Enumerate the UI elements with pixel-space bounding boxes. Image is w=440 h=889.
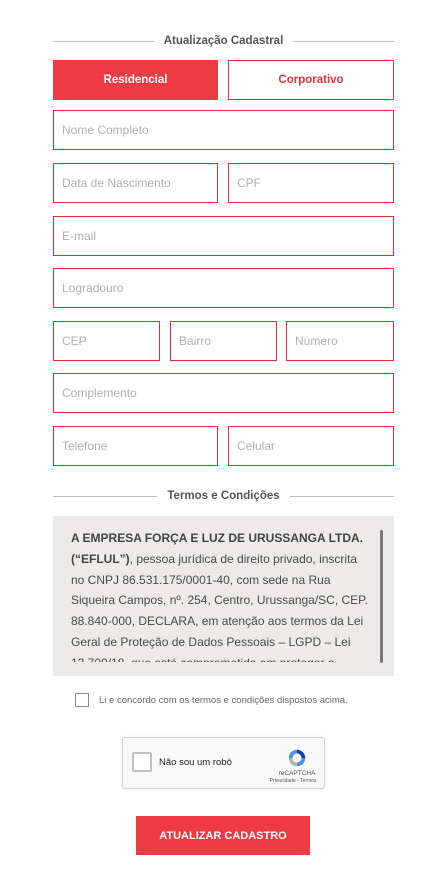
complemento-input[interactable] (54, 374, 393, 412)
recaptcha-brand: reCAPTCHA (278, 770, 316, 777)
cpf-field (228, 163, 394, 203)
email-input[interactable] (54, 217, 393, 255)
cpf-input[interactable] (229, 164, 393, 202)
numero-input[interactable] (287, 322, 393, 360)
nascimento-input[interactable] (54, 164, 217, 202)
logradouro-input[interactable] (54, 269, 393, 307)
telefone-field (53, 426, 218, 466)
form-title: Atualização Cadastral (163, 35, 284, 47)
logradouro-field (53, 268, 394, 308)
celular-input[interactable] (229, 427, 393, 465)
telefone-input[interactable] (54, 427, 217, 465)
recaptcha-label: Não sou um robô (159, 757, 232, 768)
cep-field (53, 321, 160, 361)
terms-fade (53, 662, 394, 676)
divider (289, 495, 395, 497)
nome-field (53, 110, 394, 150)
numero-field (286, 321, 394, 361)
terms-text-box[interactable]: A EMPRESA FORÇA E LUZ DE URUSSANGA LTDA.… (53, 516, 394, 676)
recaptcha-widget: Não sou um robô reCAPTCHA Privacidade - … (122, 737, 325, 789)
nascimento-field (53, 163, 218, 203)
divider (53, 495, 158, 497)
celular-field (228, 426, 394, 466)
divider (53, 40, 154, 42)
terms-section-title: Termos e Condições (53, 488, 395, 504)
cep-input[interactable] (54, 322, 159, 360)
email-field (53, 216, 394, 256)
nome-input[interactable] (54, 111, 393, 149)
terms-text: A EMPRESA FORÇA E LUZ DE URUSSANGA LTDA.… (71, 528, 371, 676)
terms-title: Termos e Condições (167, 490, 280, 502)
recaptcha-icon (288, 749, 306, 767)
tab-residencial[interactable]: Residencial (53, 60, 218, 100)
submit-button[interactable]: ATUALIZAR CADASTRO (136, 816, 310, 855)
form-section-title: Atualização Cadastral (53, 33, 395, 49)
agree-row[interactable]: Li e concordo com os termos e condições … (75, 693, 348, 707)
complemento-field (53, 373, 394, 413)
terms-scrollbar[interactable] (380, 530, 383, 663)
recaptcha-checkbox[interactable] (132, 752, 152, 772)
bairro-input[interactable] (171, 322, 276, 360)
recaptcha-links[interactable]: Privacidade - Termos (261, 778, 325, 784)
agree-checkbox[interactable] (75, 693, 89, 707)
terms-body: , pessoa jurídica de direito privado, in… (71, 551, 368, 670)
agree-label: Li e concordo com os termos e condições … (99, 694, 348, 706)
tab-corporativo[interactable]: Corporativo (228, 60, 394, 100)
divider (293, 40, 395, 42)
bairro-field (170, 321, 277, 361)
